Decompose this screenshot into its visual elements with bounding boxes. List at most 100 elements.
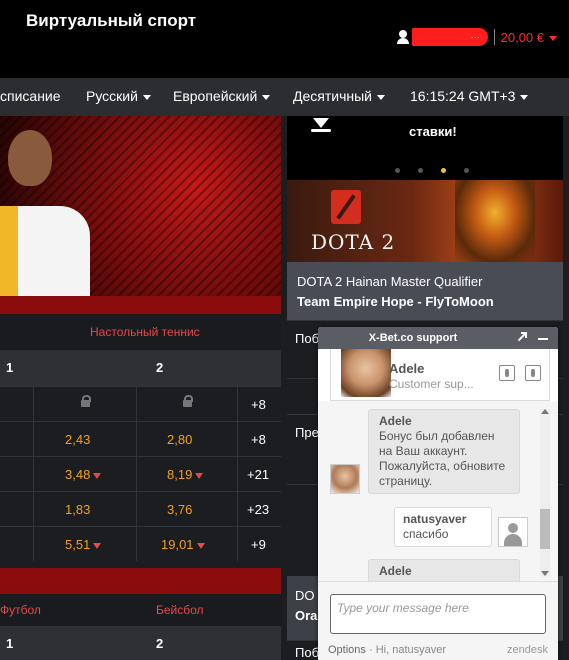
time-dropdown[interactable]: 16:15:24 GMT+3 [410,88,529,104]
chat-composer: Options · Hi, natusyaver zendesk [318,581,558,660]
user-message: natusyaver спасибо [394,507,492,547]
more-markets-cell[interactable]: +21 [237,457,281,491]
odds-cell-1[interactable]: 3,48 [33,457,136,491]
odds-value: 19,01 [161,537,205,552]
odds-value: 1,83 [65,502,91,517]
agent-card: Adele Customer sup... [330,349,550,401]
promo-text: ставки! [409,124,457,139]
user-icon[interactable] [396,30,410,44]
match-teams-short: Ora [295,608,318,623]
chevron-down-icon [377,94,385,100]
slider-dots [395,168,469,173]
dota2-hero-art [455,180,535,262]
chat-footer: Options · Hi, natusyaver [328,644,447,656]
chat-titlebar[interactable]: X-Bet.co support [318,327,558,349]
odds-cell-1[interactable]: 1,83 [33,492,136,526]
odds-format-dropdown[interactable]: Десятичный [293,88,385,104]
table-header: Футбол Бейсбол [0,594,281,626]
odds-format-label: Десятичный [293,88,372,104]
dota2-logo-icon [331,190,361,224]
message-sender: natusyaver [403,512,467,526]
more-markets-cell[interactable]: +8 [237,387,281,421]
more-markets-cell[interactable]: +23 [237,492,281,526]
agent-role: Customer sup... [389,377,474,391]
minimize-icon[interactable] [538,338,548,340]
region-label: Европейский [173,88,258,104]
basketball-player-image [0,116,110,296]
agent-message: Adele [368,559,520,581]
odds-cell-2[interactable]: 8,19 [136,457,237,491]
language-dropdown[interactable]: Русский [86,88,151,104]
column-header-1: 1 [6,636,14,651]
scroll-thumb[interactable] [540,509,550,549]
zendesk-brand[interactable]: zendesk [507,644,548,656]
user-avatar-icon [498,517,528,547]
top-header: Виртуальный спорт ··· 20,00 € [0,0,569,78]
column-headers: 1 2 [0,626,281,660]
slider-dot-active[interactable] [441,168,446,173]
chevron-down-icon [549,35,557,41]
hero-banner-image[interactable] [0,116,281,296]
odds-down-icon [195,472,204,479]
thumbs-up-icon[interactable] [499,365,515,381]
user-account-area[interactable]: ··· 20,00 € [396,28,557,46]
table-row: +8 [0,386,281,421]
slider-dot[interactable] [395,168,400,173]
more-markets-cell[interactable]: +9 [237,527,281,561]
page: Виртуальный спорт ··· 20,00 € списание Р… [0,0,569,660]
message-sender: Adele [379,564,412,578]
featured-match[interactable]: DOTA 2 Hainan Master Qualifier Team Empi… [287,262,563,320]
odds-value: 8,19 [167,467,204,482]
lock-icon [183,395,193,408]
chevron-down-icon [520,94,529,100]
scroll-down-arrow-icon[interactable] [541,571,549,576]
table-row: 2,43 2,80 +8 [0,421,281,456]
odds-cell-1[interactable]: 5,51 [33,527,136,561]
match-label: DO [295,588,315,603]
chat-greeting: Hi, natusyaver [375,644,447,656]
agent-message: Adele Бонус был добавлен на Ваш аккаунт.… [368,409,520,494]
lock-icon [81,395,91,408]
tab-table-tennis[interactable]: Настольный теннис [90,325,200,339]
chevron-down-icon [262,94,271,100]
odds-value: 2,80 [167,432,193,447]
chat-scrollbar[interactable] [540,409,550,577]
nav-schedule[interactable]: списание [0,88,61,104]
odds-cell-1[interactable]: 2,43 [33,422,136,456]
tab-baseball[interactable]: Бейсбол [156,603,204,617]
agent-name: Adele [389,361,425,376]
table-tabbar [0,296,281,314]
more-markets-cell[interactable]: +8 [237,422,281,456]
table-header: Настольный теннис [0,314,281,350]
support-chat-widget: X-Bet.co support Adele Customer sup... A… [318,327,558,660]
match-teams: Team Empire Hope - FlyToMoon [297,294,494,309]
popout-icon[interactable] [516,332,527,342]
options-link[interactable]: Options [328,644,366,656]
table-row: 1,83 3,76 +23 [0,491,281,526]
chat-messages[interactable]: Adele Бонус был добавлен на Ваш аккаунт.… [318,401,558,581]
slider-dot[interactable] [418,168,423,173]
player-head [8,130,52,186]
tab-football[interactable]: Футбол [0,603,41,617]
scroll-up-arrow-icon[interactable] [541,409,549,414]
balance-dropdown[interactable]: 20,00 € [501,30,557,45]
odds-cell-2[interactable]: 2,80 [136,422,237,456]
odds-value: 3,76 [167,502,193,517]
thumbs-down-icon[interactable] [525,365,541,381]
language-label: Русский [86,88,138,104]
promo-slider[interactable]: ставки! [287,116,563,180]
chat-message-input[interactable] [330,594,546,634]
table-row: 3,48 8,19 +21 [0,456,281,491]
region-dropdown[interactable]: Европейский [173,88,271,104]
market-label: Пре [295,425,319,440]
table-tabbar [0,568,281,594]
table-row: 5,51 19,01 +9 [0,526,281,561]
odds-cell-2[interactable]: 19,01 [136,527,237,561]
odds-table-tennis: Настольный теннис 1 2 +8 2,43 2,80 +8 3,… [0,296,281,561]
chat-title: X-Bet.co support [368,332,458,344]
odds-value: 5,51 [65,537,102,552]
dota2-banner[interactable]: DOTA 2 [287,180,563,262]
odds-cell-2[interactable]: 3,76 [136,492,237,526]
username-redacted[interactable]: ··· [411,28,488,46]
slider-dot[interactable] [464,168,469,173]
